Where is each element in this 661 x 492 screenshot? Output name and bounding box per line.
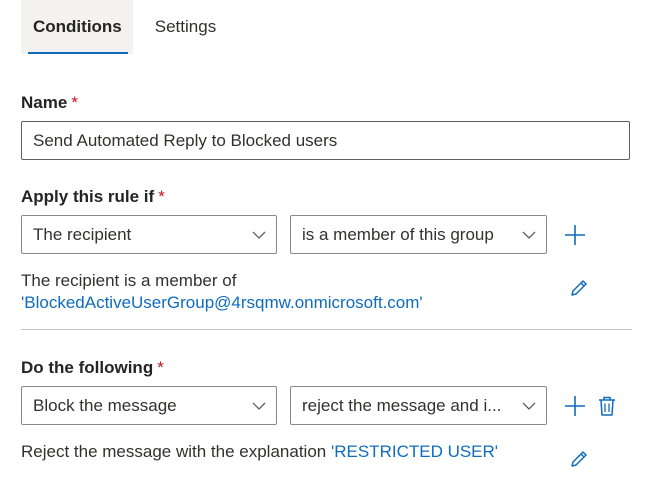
condition-summary-text: The recipient is a member of [21,271,237,290]
action-detail-dropdown-value: reject the message and i... [302,395,502,415]
add-action-button[interactable] [562,393,588,419]
action-detail-dropdown[interactable]: reject the message and i... [290,386,547,425]
do-following-label: Do the following * [21,358,164,378]
apply-rule-label: Apply this rule if * [21,187,165,207]
pencil-icon [571,280,587,296]
chevron-down-icon [522,402,536,410]
condition-summary: The recipient is a member of 'BlockedAct… [21,270,423,314]
delete-action-button[interactable] [594,393,620,419]
tab-bar: Conditions Settings [21,0,216,54]
tab-settings-label: Settings [154,17,217,36]
do-following-label-text: Do the following [21,358,154,377]
required-marker: * [157,358,164,377]
condition-dropdown-value: The recipient [33,224,132,244]
pencil-icon [571,451,587,467]
action-dropdown[interactable]: Block the message [21,386,277,425]
section-divider [21,329,632,330]
name-input-value: Send Automated Reply to Blocked users [33,130,338,150]
chevron-down-icon [252,402,266,410]
name-label: Name * [21,93,78,113]
name-input[interactable]: Send Automated Reply to Blocked users [21,121,630,160]
explanation-link[interactable]: 'RESTRICTED USER' [331,442,498,461]
add-icon [565,396,585,416]
tab-conditions-label: Conditions [33,17,122,36]
add-icon [565,225,585,245]
condition-dropdown[interactable]: The recipient [21,215,277,254]
chevron-down-icon [522,231,536,239]
name-label-text: Name [21,93,68,112]
apply-rule-label-text: Apply this rule if [21,187,155,206]
action-summary: Reject the message with the explanation … [21,441,498,463]
edit-action-button[interactable] [566,446,592,472]
chevron-down-icon [252,231,266,239]
action-dropdown-value: Block the message [33,395,177,415]
edit-condition-button[interactable] [566,275,592,301]
operator-dropdown-value: is a member of this group [302,224,494,244]
operator-dropdown[interactable]: is a member of this group [290,215,547,254]
required-marker: * [71,93,78,112]
tab-conditions[interactable]: Conditions [21,0,133,54]
tab-settings[interactable]: Settings [133,0,216,54]
add-condition-button[interactable] [562,222,588,248]
trash-icon [599,396,615,416]
required-marker: * [158,187,165,206]
group-link[interactable]: 'BlockedActiveUserGroup@4rsqmw.onmicroso… [21,292,423,314]
action-summary-text: Reject the message with the explanation [21,442,327,461]
